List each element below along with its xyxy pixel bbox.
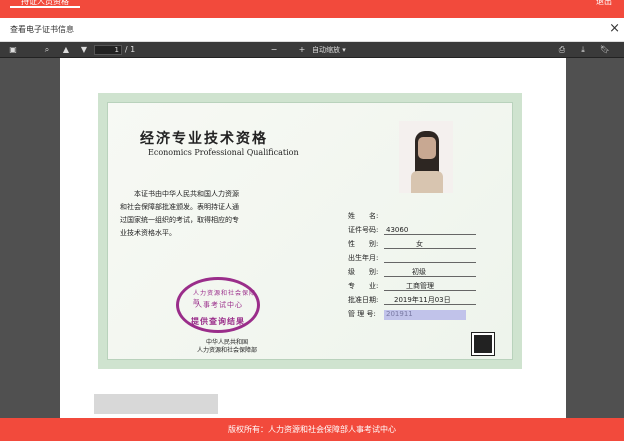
- zoom-select[interactable]: 自动缩放 ▾: [312, 44, 360, 56]
- seal-text: 人事考试中心: [195, 301, 243, 309]
- field-row-level: 级 别: 初级: [348, 265, 476, 279]
- body-line: 本证书由中华人民共和国人力资源: [134, 190, 239, 198]
- official-seal: 人力资源和社会保障部 人事考试中心 提供查询结果: [176, 277, 260, 333]
- chevron-down-icon: ▾: [342, 46, 346, 54]
- next-page-icon[interactable]: ▼: [78, 42, 90, 58]
- zoom-in-button[interactable]: +: [296, 42, 308, 58]
- certificate-body: 本证书由中华人民共和国人力资源 和社会保障部批准颁发。表明持证人通 过国家统一组…: [120, 188, 300, 240]
- field-row-birth: 出生年月:: [348, 251, 476, 265]
- dialog-title: 查看电子证书信息: [10, 25, 74, 34]
- page-total: / 1: [124, 45, 136, 54]
- logout-link[interactable]: 退出: [596, 0, 612, 8]
- issuer-line: 中华人民共和国: [205, 339, 248, 346]
- field-row-id: 证件号码: 43060: [348, 223, 476, 237]
- zoom-value: 自动缩放: [312, 46, 340, 54]
- qr-code: [472, 333, 494, 355]
- zoom-out-button[interactable]: −: [268, 42, 280, 58]
- close-icon[interactable]: ×: [609, 21, 620, 37]
- print-icon[interactable]: ⎙: [555, 42, 569, 58]
- body-line: 过国家统一组织的考试，取得相应的专: [120, 216, 239, 224]
- issuer: 中华人民共和国 人力资源和社会保障部: [182, 339, 272, 355]
- field-row-gender: 性 别: 女: [348, 237, 476, 251]
- certificate-title-en: Economics Professional Qualification: [148, 148, 299, 157]
- field-row-date: 批准日期: 2019年11月03日: [348, 293, 476, 307]
- tab-qualification[interactable]: 持证人员资格: [10, 0, 80, 8]
- blurred-area: [94, 394, 218, 414]
- seal-text: 提供查询结果: [191, 317, 245, 326]
- bookmark-icon[interactable]: 🔖︎: [598, 42, 612, 58]
- pdf-toolbar: ▣ ⌕ ▲ ▼ 1 / 1 − + 自动缩放 ▾ ⎙ ⤓ 🔖︎: [0, 42, 624, 58]
- body-line: 和社会保障部批准颁发。表明持证人通: [120, 203, 239, 211]
- prev-page-icon[interactable]: ▲: [60, 42, 72, 58]
- sidebar-toggle-icon[interactable]: ▣: [6, 42, 20, 58]
- field-row-major: 专 业: 工商管理: [348, 279, 476, 293]
- footer-text: 版权所有：人力资源和社会保障部人事考试中心: [228, 425, 396, 434]
- dialog-titlebar: 查看电子证书信息 ×: [0, 18, 624, 42]
- field-row-name: 姓 名:: [348, 212, 379, 220]
- page-number-input[interactable]: 1: [94, 45, 122, 55]
- redaction-bar: [384, 310, 466, 320]
- download-icon[interactable]: ⤓: [576, 42, 590, 58]
- top-bar: 持证人员资格 退出: [0, 0, 624, 18]
- holder-photo: [399, 121, 453, 193]
- certificate-title-cn: 经济专业技术资格: [140, 131, 268, 147]
- body-line: 业技术资格水平。: [120, 229, 176, 237]
- search-icon[interactable]: ⌕: [40, 42, 54, 58]
- footer: 版权所有：人力资源和社会保障部人事考试中心: [0, 418, 624, 441]
- issuer-line: 人力资源和社会保障部: [196, 347, 257, 354]
